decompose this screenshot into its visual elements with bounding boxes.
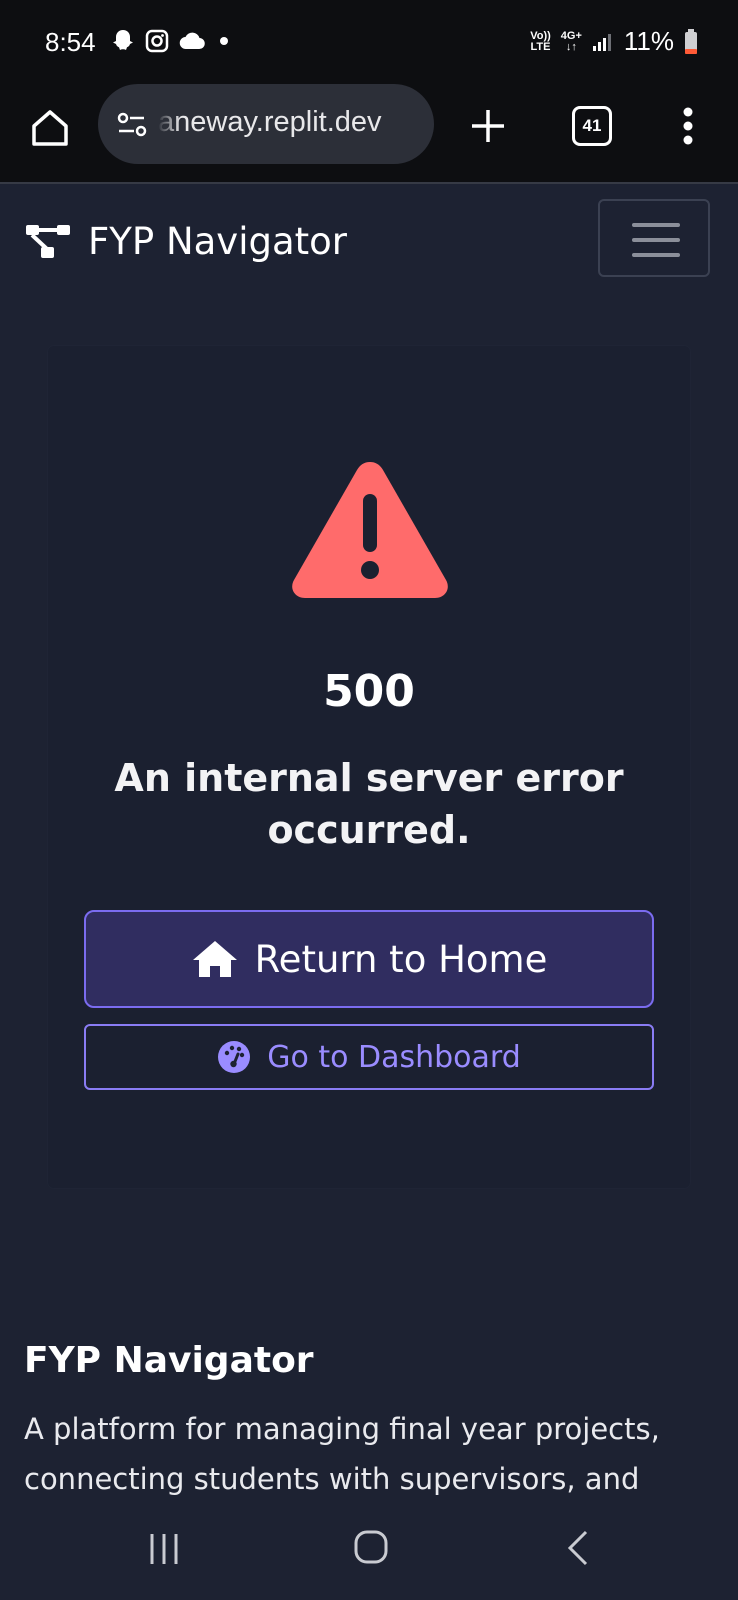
hamburger-icon <box>632 223 680 227</box>
network-type-indicator: 4G+ ↓↑ <box>560 29 582 53</box>
warning-triangle-icon <box>292 462 448 598</box>
system-navigation-bar <box>0 1498 738 1600</box>
instagram-icon <box>145 29 169 53</box>
back-icon[interactable] <box>566 1530 590 1566</box>
status-bar: 8:54 Vo)) LTE 4G+ ↓↑ 11% <box>0 0 738 84</box>
tab-switcher-button[interactable]: 41 <box>572 106 612 146</box>
home-icon <box>192 941 237 977</box>
hamburger-line <box>632 238 680 242</box>
status-time: 8:54 <box>45 27 96 57</box>
footer-description: A platform for managing final year proje… <box>24 1412 660 1496</box>
battery-percent: 11% <box>623 26 674 56</box>
dashboard-icon <box>218 1041 251 1073</box>
home-circle-icon[interactable] <box>354 1530 388 1564</box>
hamburger-line <box>632 253 680 257</box>
browser-menu-icon[interactable] <box>676 104 700 148</box>
battery-icon <box>685 28 697 54</box>
go-dashboard-label: Go to Dashboard <box>267 1039 521 1075</box>
dot-icon <box>220 37 228 45</box>
recent-apps-icon[interactable] <box>146 1532 182 1566</box>
cloud-icon <box>179 32 205 50</box>
url-bar[interactable]: aneway.replit.dev <box>98 84 434 164</box>
url-fade <box>158 100 180 148</box>
brand-name: FYP Navigator <box>88 220 347 263</box>
url-text: aneway.replit.dev <box>158 106 382 138</box>
sitemap-icon <box>26 224 70 258</box>
navbar-toggle-button[interactable] <box>598 199 710 277</box>
go-dashboard-button[interactable]: Go to Dashboard <box>84 1024 654 1090</box>
volte-indicator: Vo)) LTE <box>530 29 551 53</box>
error-card: 500 An internal server error occurred. R… <box>48 346 690 1188</box>
return-home-button[interactable]: Return to Home <box>84 910 654 1008</box>
system-status-icons: Vo)) LTE 4G+ ↓↑ 11% <box>530 26 698 57</box>
error-code: 500 <box>323 666 415 717</box>
footer-title: FYP Navigator <box>24 1340 314 1381</box>
return-home-label: Return to Home <box>254 937 548 981</box>
browser-home-icon[interactable] <box>26 104 74 152</box>
error-message: An internal server error occurred. <box>114 756 624 852</box>
brand-link[interactable]: FYP Navigator <box>24 220 347 263</box>
browser-toolbar: aneway.replit.dev 41 <box>0 84 738 184</box>
snapchat-icon <box>113 30 133 50</box>
notification-icons <box>110 28 234 54</box>
app-navbar: FYP Navigator <box>0 184 738 304</box>
site-settings-icon[interactable] <box>116 109 148 141</box>
new-tab-icon[interactable] <box>468 106 508 146</box>
signal-icon <box>592 33 611 51</box>
